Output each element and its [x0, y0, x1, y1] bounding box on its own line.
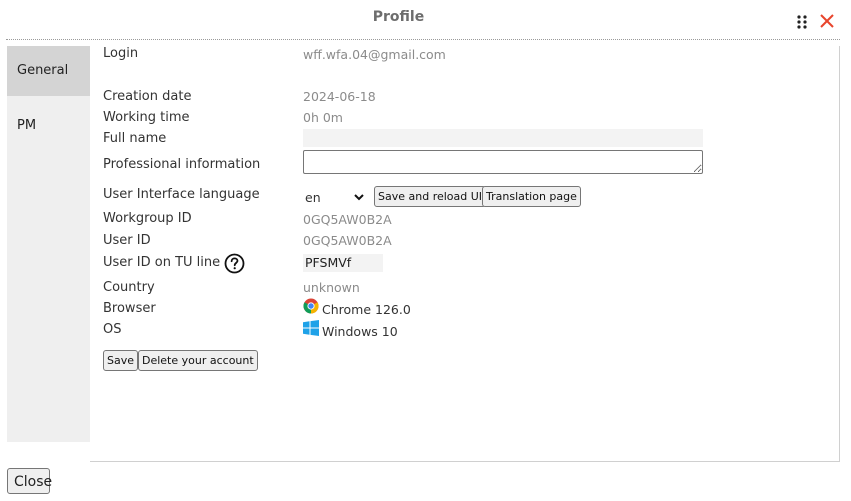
browser-value: Chrome 126.0: [322, 302, 411, 317]
login-value: wff.wfa.04@gmail.com: [303, 47, 446, 62]
save-button[interactable]: Save: [103, 350, 139, 371]
working-time-label: Working time: [103, 110, 190, 125]
country-value: unknown: [303, 280, 360, 295]
creation-date-value: 2024-06-18: [303, 89, 376, 104]
help-question-icon[interactable]: [224, 253, 245, 274]
dialog-title: Profile: [372, 9, 425, 25]
close-button[interactable]: Close: [7, 468, 52, 494]
workgroup-id-label: Workgroup ID: [103, 211, 192, 226]
sidebar: General PM: [7, 46, 90, 442]
header-divider: [6, 39, 840, 40]
content-panel: [90, 46, 840, 462]
chrome-icon: [303, 298, 319, 314]
windows-icon: [303, 320, 319, 336]
delete-account-button[interactable]: Delete your account: [138, 350, 258, 371]
drag-handle-icon[interactable]: [797, 15, 807, 29]
ui-language-selected: en: [305, 189, 321, 205]
tab-general[interactable]: General: [7, 46, 90, 96]
workgroup-id-value: 0GQ5AW0B2A: [303, 212, 392, 227]
working-time-value: 0h 0m: [303, 110, 343, 125]
tab-pm[interactable]: PM: [7, 101, 90, 151]
browser-label: Browser: [103, 301, 156, 316]
professional-information-input[interactable]: [303, 150, 703, 174]
creation-date-label: Creation date: [103, 89, 192, 104]
chevron-down-icon: [354, 193, 364, 200]
close-icon[interactable]: [819, 13, 835, 29]
full-name-label: Full name: [103, 131, 167, 146]
login-label: Login: [103, 46, 139, 61]
ui-language-select[interactable]: en: [303, 187, 368, 207]
save-and-reload-ui-button[interactable]: Save and reload UI: [374, 186, 487, 207]
professional-information-label: Professional information: [103, 157, 261, 172]
ui-language-label: User Interface language: [103, 187, 260, 202]
translation-page-button[interactable]: Translation page: [482, 186, 581, 207]
user-id-tu-line-value: PFSMVf: [303, 254, 383, 272]
user-id-tu-line-label: User ID on TU line: [103, 255, 221, 270]
os-value: Windows 10: [322, 324, 398, 339]
country-label: Country: [103, 280, 155, 295]
os-label: OS: [103, 322, 122, 337]
full-name-input[interactable]: [303, 129, 703, 147]
user-id-label: User ID: [103, 233, 151, 248]
user-id-value: 0GQ5AW0B2A: [303, 233, 392, 248]
